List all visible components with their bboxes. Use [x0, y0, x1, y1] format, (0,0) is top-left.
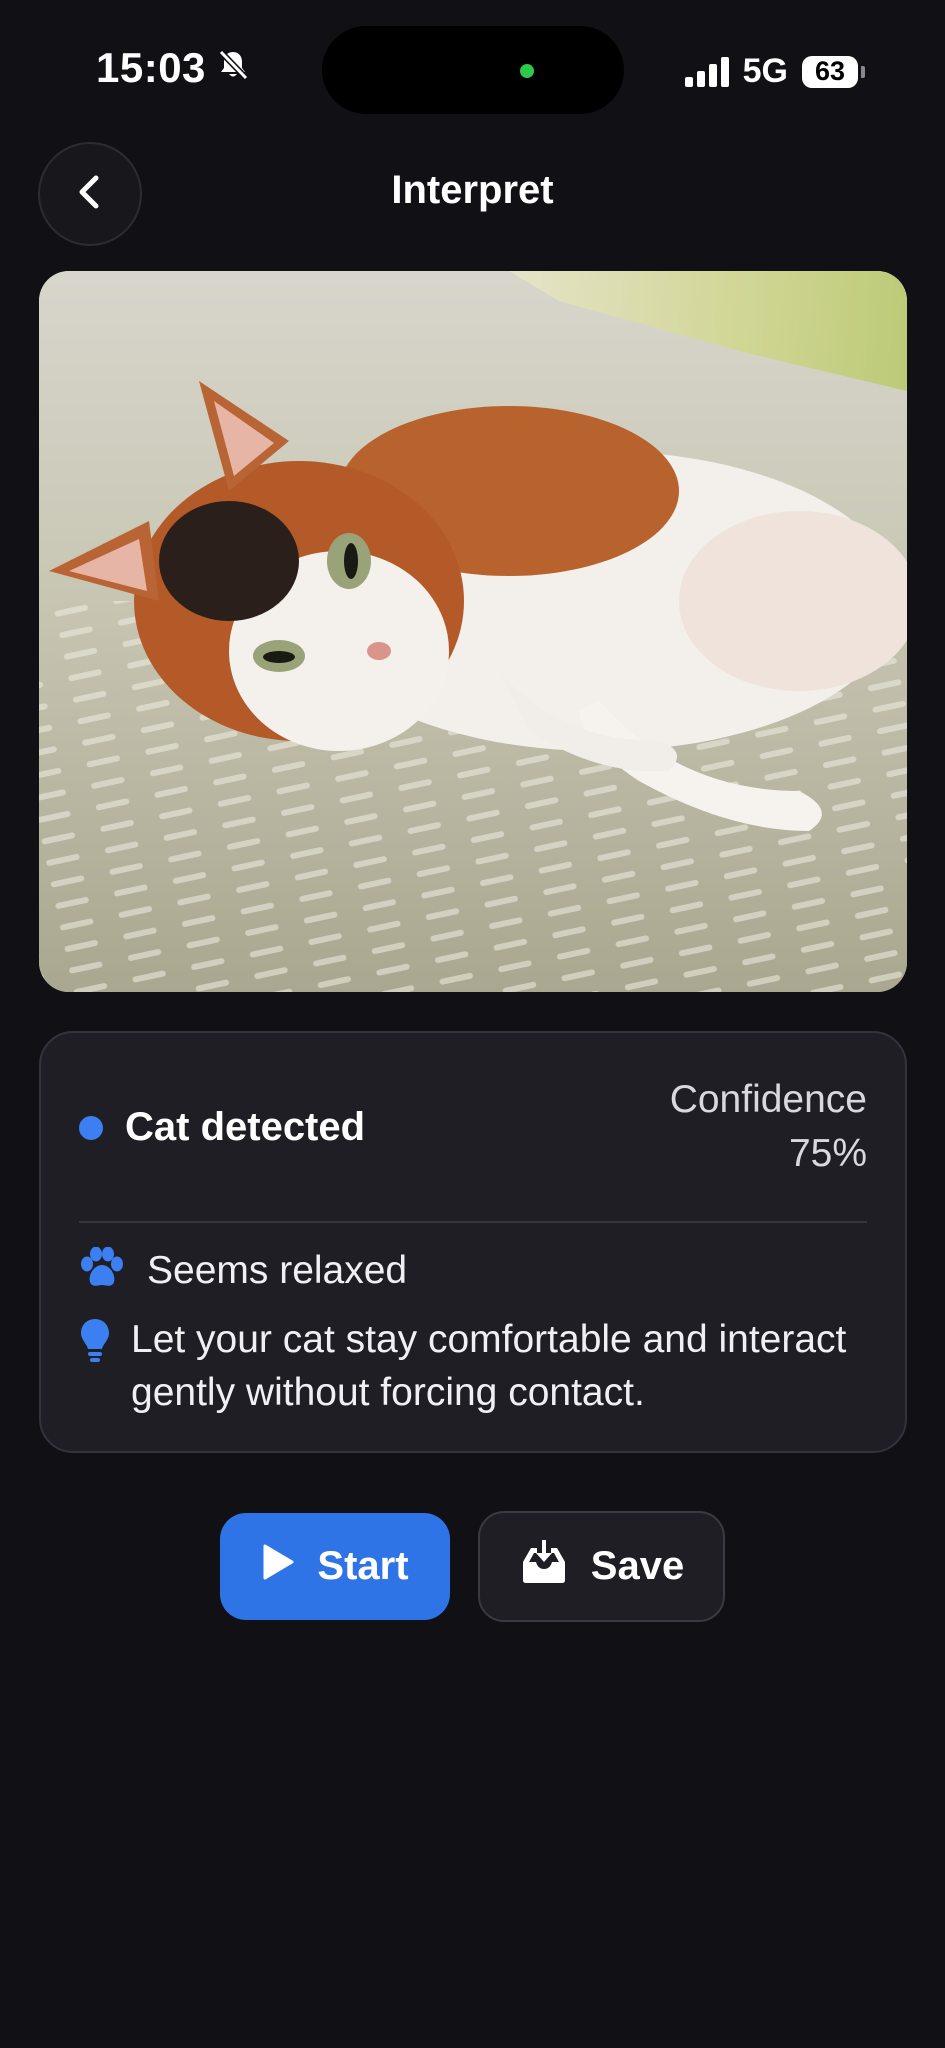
status-dot	[79, 1115, 103, 1140]
tray-download-icon	[519, 1539, 569, 1594]
save-label: Save	[590, 1544, 685, 1588]
confidence-block: Confidence 75%	[670, 1073, 867, 1181]
cat-photo	[39, 271, 907, 992]
mood-row: Seems relaxed	[79, 1246, 408, 1294]
care-tip: Let your cat stay comfortable and intera…	[131, 1318, 847, 1414]
mood-label: Seems relaxed	[147, 1248, 408, 1292]
network-label: 5G	[742, 52, 788, 90]
bell-slash-icon	[216, 44, 250, 92]
play-icon	[261, 1543, 295, 1591]
start-button[interactable]: Start	[220, 1513, 450, 1620]
lightbulb-icon	[79, 1317, 111, 1370]
tip-row: Let your cat stay comfortable and intera…	[79, 1313, 867, 1419]
page-title: Interpret	[391, 168, 554, 212]
signal-icon	[684, 56, 729, 87]
status-time: 15:03	[96, 44, 206, 91]
detection-label: Cat detected	[125, 1105, 366, 1149]
dynamic-island	[322, 26, 624, 114]
paw-icon	[79, 1246, 125, 1294]
confidence-value: 75%	[788, 1132, 867, 1175]
status-time-group: 15:03	[96, 44, 250, 92]
battery-icon: 63	[802, 55, 865, 88]
detection-row: Cat detected	[79, 1105, 365, 1150]
result-card: Cat detected Confidence 75% Seems relaxe…	[39, 1031, 907, 1453]
card-divider	[79, 1221, 867, 1223]
confidence-label: Confidence	[669, 1078, 867, 1121]
status-indicators: 5G 63	[684, 52, 865, 91]
start-label: Start	[317, 1544, 409, 1588]
battery-level: 63	[802, 55, 858, 88]
camera-indicator	[520, 64, 534, 78]
battery-nub	[861, 65, 865, 78]
save-button[interactable]: Save	[478, 1511, 725, 1622]
